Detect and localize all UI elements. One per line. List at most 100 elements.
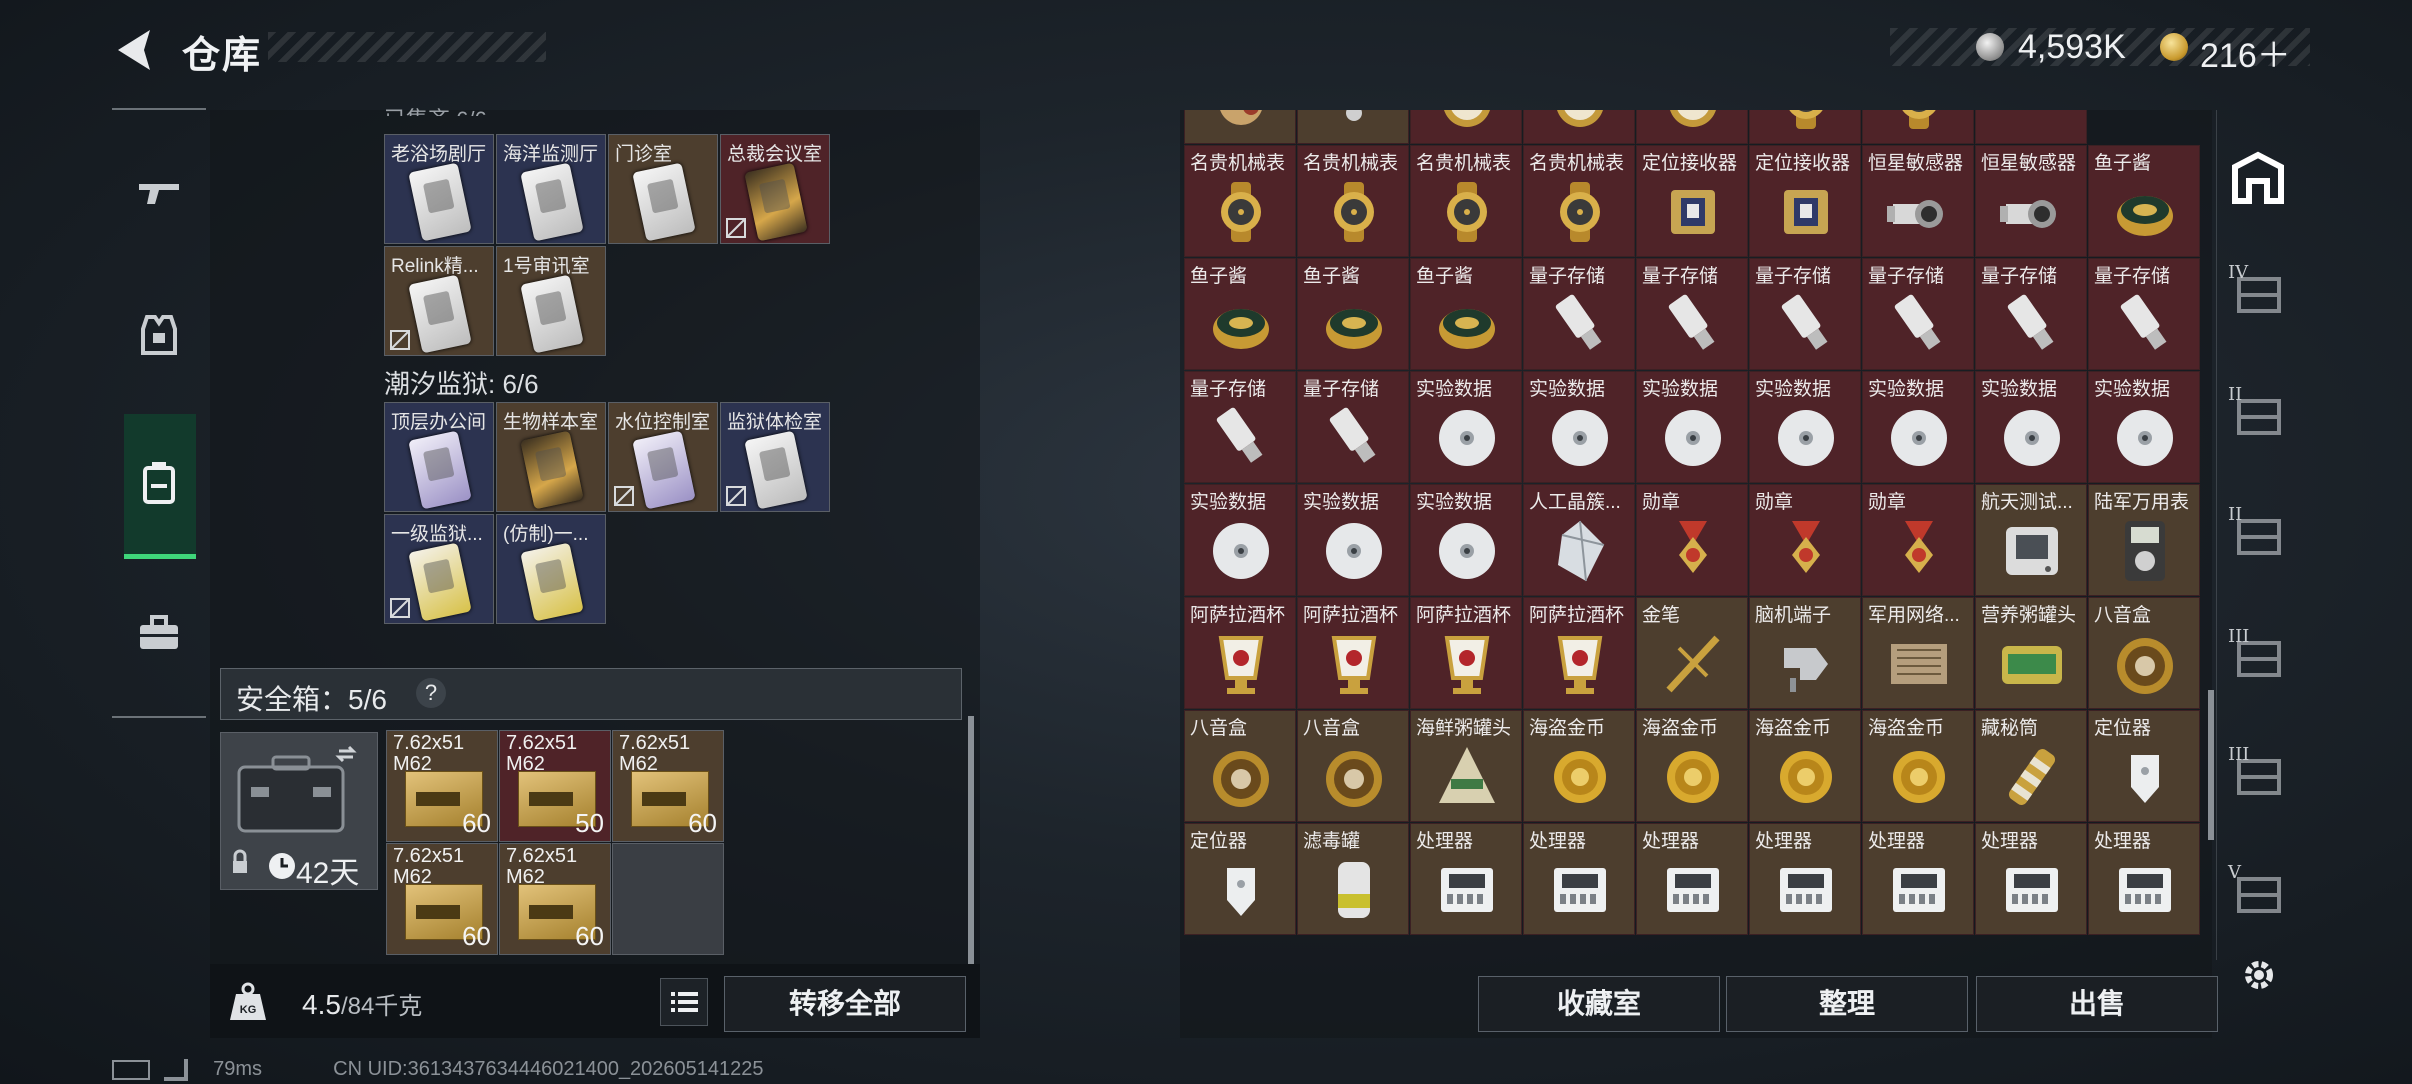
organize-button[interactable]: 整理 <box>1726 976 1968 1032</box>
storage-item-cell[interactable]: 海盗金币 <box>1523 710 1635 822</box>
storage-item-cell[interactable]: 鱼子酱 <box>1410 258 1522 370</box>
storage-item-cell[interactable]: 阿萨拉酒杯 <box>1184 597 1296 709</box>
shelf-icon[interactable]: II <box>2228 504 2288 564</box>
keycard-cell[interactable]: 海洋监测厅 <box>496 134 606 244</box>
storage-item-cell[interactable]: 海鲜粥罐头 <box>1410 710 1522 822</box>
keycard-cell[interactable]: 1号审讯室 <box>496 246 606 356</box>
weapons-icon[interactable] <box>112 148 206 238</box>
storage-item-cell[interactable]: 海盗金币 <box>1749 710 1861 822</box>
storage-item-cell[interactable]: 实验数据 <box>2088 371 2200 483</box>
ammo-cell[interactable]: 7.62x51 M62 60 <box>612 730 724 842</box>
storage-item-cell[interactable]: 阿萨拉酒杯 <box>1297 597 1409 709</box>
storage-item-cell[interactable]: 实验数据 <box>1184 484 1296 596</box>
storage-item-cell[interactable]: 金笔 <box>1636 597 1748 709</box>
storage-item-cell[interactable]: 勋章 <box>1862 484 1974 596</box>
keycard-cell[interactable]: 生物样本室 <box>496 402 606 512</box>
storage-item-cell[interactable]: 军用网络... <box>1862 597 1974 709</box>
storage-item-cell[interactable]: 量子存储 <box>1636 258 1748 370</box>
storage-item-cell[interactable]: 实验数据 <box>1410 484 1522 596</box>
storage-item-cell[interactable]: 处理器 <box>2088 823 2200 935</box>
storage-item-cell[interactable]: 处理器 <box>1410 823 1522 935</box>
armor-icon[interactable] <box>112 290 206 380</box>
storage-item-cell[interactable]: 处理器 <box>1862 823 1974 935</box>
storage-item-cell[interactable]: 航天测试... <box>1975 484 2087 596</box>
keycard-cell[interactable]: 一级监狱... <box>384 514 494 624</box>
storage-item-cell[interactable] <box>1297 110 1409 144</box>
help-button[interactable]: ? <box>416 678 446 708</box>
storage-item-cell[interactable]: 藏秘筒 <box>1975 710 2087 822</box>
storage-item-cell[interactable]: 量子存储 <box>1975 258 2087 370</box>
keycard-cell[interactable]: 顶层办公间 <box>384 402 494 512</box>
left-scrollbar[interactable] <box>968 716 974 966</box>
shelf-icon[interactable]: III <box>2228 626 2288 686</box>
storage-item-cell[interactable]: 定位接收器 <box>1749 145 1861 257</box>
storage-item-cell[interactable] <box>1862 110 1974 144</box>
keycard-cell[interactable]: (仿制)一... <box>496 514 606 624</box>
storage-item-cell[interactable]: 实验数据 <box>1410 371 1522 483</box>
storage-item-cell[interactable]: 名贵机械表 <box>1184 145 1296 257</box>
gold-currency-amount[interactable]: 216＋ <box>2200 28 2291 77</box>
shelf-icon[interactable]: IV <box>2228 262 2288 322</box>
storage-item-cell[interactable]: 实验数据 <box>1975 371 2087 483</box>
storage-item-cell[interactable]: 定位接收器 <box>1636 145 1748 257</box>
storage-item-cell[interactable]: 定位器 <box>1184 823 1296 935</box>
storage-item-cell[interactable]: 量子存储 <box>1749 258 1861 370</box>
storage-item-cell[interactable]: 量子存储 <box>2088 258 2200 370</box>
storage-item-cell[interactable]: 勋章 <box>1749 484 1861 596</box>
shelf-icon[interactable]: V <box>2228 862 2288 922</box>
storage-item-cell[interactable]: 量子存储 <box>1523 258 1635 370</box>
storage-item-cell[interactable]: 恒星敏感器 <box>1975 145 2087 257</box>
collection-room-button[interactable]: 收藏室 <box>1478 976 1720 1032</box>
storage-item-cell[interactable]: 恒星敏感器 <box>1862 145 1974 257</box>
storage-item-cell[interactable]: 处理器 <box>1523 823 1635 935</box>
storage-item-cell[interactable]: 陆军万用表 <box>2088 484 2200 596</box>
storage-item-cell[interactable]: 八音盒 <box>1297 710 1409 822</box>
list-view-button[interactable] <box>660 978 708 1026</box>
storage-item-cell[interactable]: 八音盒 <box>1184 710 1296 822</box>
storage-item-cell[interactable]: 量子存储 <box>1297 371 1409 483</box>
storage-item-cell[interactable] <box>1636 110 1748 144</box>
storage-item-cell[interactable]: 处理器 <box>1636 823 1748 935</box>
storage-item-cell[interactable]: 营养粥罐头 <box>1975 597 2087 709</box>
storage-icon[interactable] <box>112 438 206 528</box>
settings-gear-icon[interactable] <box>2236 952 2282 998</box>
storage-item-cell[interactable]: 阿萨拉酒杯 <box>1410 597 1522 709</box>
stash-icon[interactable] <box>2228 148 2288 208</box>
shelf-icon[interactable]: II <box>2228 384 2288 444</box>
storage-item-cell[interactable]: 鱼子酱 <box>1184 258 1296 370</box>
keycard-cell[interactable]: Relink精... <box>384 246 494 356</box>
ammo-cell[interactable]: 7.62x51 M62 60 <box>499 843 611 955</box>
keycard-cell[interactable]: 老浴场剧厅 <box>384 134 494 244</box>
storage-item-cell[interactable] <box>1749 110 1861 144</box>
ammo-cell[interactable]: 7.62x51 M62 60 <box>386 730 498 842</box>
storage-item-cell[interactable]: 海盗金币 <box>1636 710 1748 822</box>
storage-scrollbar[interactable] <box>2208 690 2214 840</box>
storage-item-cell[interactable]: 处理器 <box>1975 823 2087 935</box>
storage-item-cell[interactable]: 八音盒 <box>2088 597 2200 709</box>
storage-item-cell[interactable]: 滤毒罐 <box>1297 823 1409 935</box>
storage-item-cell[interactable]: 实验数据 <box>1523 371 1635 483</box>
empty-slot[interactable] <box>612 843 724 955</box>
storage-item-cell[interactable]: 脑机端子 <box>1749 597 1861 709</box>
storage-item-cell[interactable]: 鱼子酱 <box>2088 145 2200 257</box>
storage-item-cell[interactable]: 量子存储 <box>1862 258 1974 370</box>
transfer-all-button[interactable]: 转移全部 <box>724 976 966 1032</box>
storage-item-cell[interactable]: 定位器 <box>2088 710 2200 822</box>
storage-item-cell[interactable]: 处理器 <box>1749 823 1861 935</box>
storage-item-cell[interactable]: 海盗金币 <box>1862 710 1974 822</box>
keycard-cell[interactable]: 监狱体检室 <box>720 402 830 512</box>
storage-item-cell[interactable] <box>1523 110 1635 144</box>
briefcase-icon[interactable] <box>112 588 206 678</box>
storage-item-cell[interactable]: 实验数据 <box>1749 371 1861 483</box>
keycard-cell[interactable]: 水位控制室 <box>608 402 718 512</box>
storage-item-cell[interactable] <box>1410 110 1522 144</box>
storage-item-cell[interactable]: 名贵机械表 <box>1410 145 1522 257</box>
storage-item-cell[interactable]: 量子存储 <box>1184 371 1296 483</box>
sell-button[interactable]: 出售 <box>1976 976 2218 1032</box>
storage-item-cell[interactable] <box>1184 110 1296 144</box>
storage-item-cell[interactable]: 勋章 <box>1636 484 1748 596</box>
back-arrow-icon[interactable] <box>112 26 160 74</box>
keycard-cell[interactable]: 总裁会议室 <box>720 134 830 244</box>
storage-item-cell[interactable]: 名贵机械表 <box>1523 145 1635 257</box>
keycard-cell[interactable]: 门诊室 <box>608 134 718 244</box>
